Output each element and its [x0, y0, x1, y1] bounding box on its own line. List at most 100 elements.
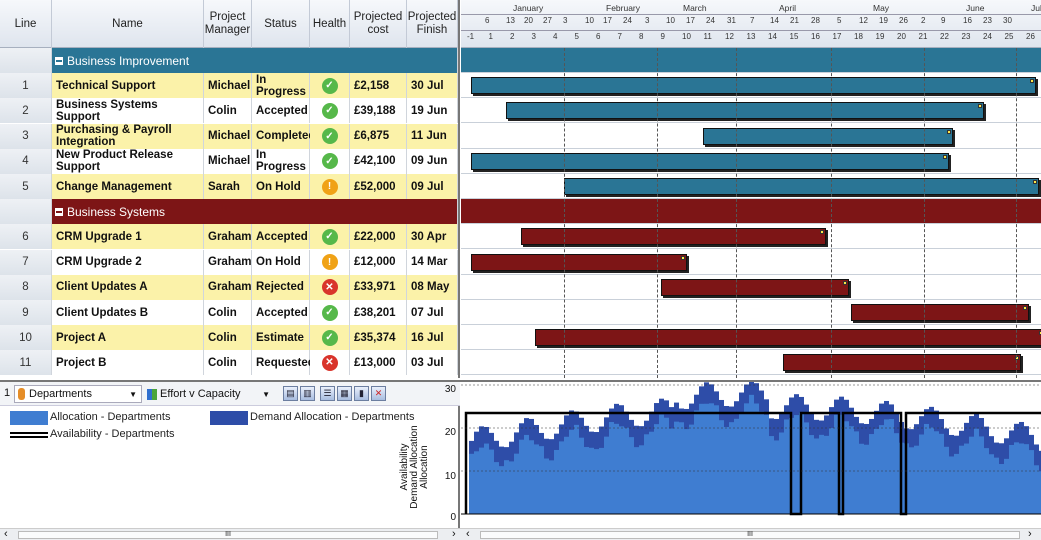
finish-cell[interactable]: 09 Jun: [407, 148, 458, 174]
finish-cell[interactable]: 30 Jul: [407, 73, 458, 99]
finish-cell[interactable]: 08 May: [407, 274, 458, 300]
group-header[interactable]: Business Improvement: [52, 48, 458, 73]
cost-cell[interactable]: £35,374: [350, 325, 407, 351]
task-bar[interactable]: [471, 152, 949, 170]
pm-cell[interactable]: Colin: [204, 350, 252, 376]
table-icon[interactable]: ☰: [320, 386, 335, 401]
task-bar[interactable]: [661, 278, 849, 296]
cost-cell[interactable]: £6,875: [350, 123, 407, 149]
table-row[interactable]: +9Client Updates BColinAccepted✓£38,2010…: [0, 300, 458, 325]
cost-cell[interactable]: £42,100: [350, 148, 407, 174]
finish-cell[interactable]: 14 Mar: [407, 249, 458, 275]
cost-cell[interactable]: £12,000: [350, 249, 407, 275]
finish-cell[interactable]: 16 Jul: [407, 325, 458, 351]
task-bar[interactable]: [471, 253, 687, 271]
name-cell[interactable]: Client Updates B: [52, 300, 204, 325]
scroll-thumb-right[interactable]: III: [480, 531, 1020, 539]
status-cell[interactable]: In Progress: [252, 73, 310, 99]
scroll-thumb-left[interactable]: III: [18, 531, 438, 539]
task-bar[interactable]: [471, 77, 1036, 95]
cost-cell[interactable]: £39,188: [350, 98, 407, 124]
finish-cell[interactable]: 30 Apr: [407, 224, 458, 250]
name-cell[interactable]: Client Updates A: [52, 274, 204, 300]
task-bar[interactable]: [506, 102, 984, 120]
cost-cell[interactable]: £2,158: [350, 73, 407, 99]
view-select[interactable]: Effort v Capacity ▼: [144, 385, 274, 403]
dimension-select[interactable]: Departments ▼: [14, 385, 142, 403]
grid-icon[interactable]: ▦: [337, 386, 352, 401]
cost-cell[interactable]: £13,000: [350, 350, 407, 376]
name-cell[interactable]: CRM Upgrade 1: [52, 224, 204, 250]
name-cell[interactable]: Business Systems Support: [52, 98, 204, 124]
name-cell[interactable]: Purchasing & Payroll Integration: [52, 123, 204, 149]
task-bar[interactable]: [564, 178, 1039, 195]
scroll-right-icon[interactable]: ›: [1028, 528, 1032, 540]
finish-cell[interactable]: 19 Jun: [407, 98, 458, 124]
bar-chart-icon[interactable]: ▮: [354, 386, 369, 401]
cost-cell[interactable]: £22,000: [350, 224, 407, 250]
task-bar[interactable]: [703, 127, 953, 145]
status-cell[interactable]: Estimate: [252, 325, 310, 351]
scroll-right-icon[interactable]: ›: [452, 528, 456, 540]
col-project-manager[interactable]: Project Manager: [204, 0, 252, 48]
cost-cell[interactable]: £38,201: [350, 300, 407, 325]
status-cell[interactable]: Completed: [252, 123, 315, 149]
col-status[interactable]: Status: [252, 0, 310, 48]
cost-cell[interactable]: £33,971: [350, 274, 407, 300]
group-row[interactable]: Business Improvement: [0, 48, 458, 73]
table-row[interactable]: +5Change ManagementSarahOn Hold!£52,0000…: [0, 174, 458, 199]
table-row[interactable]: +6CRM Upgrade 1GrahamAccepted✓£22,00030 …: [0, 224, 458, 250]
name-cell[interactable]: Change Management: [52, 174, 204, 199]
scroll-left-icon[interactable]: ‹: [4, 528, 8, 540]
col-projected-finish[interactable]: Projected Finish: [407, 0, 458, 48]
table-row[interactable]: +3Purchasing & Payroll IntegrationMichae…: [0, 123, 458, 149]
pm-cell[interactable]: Michael: [204, 123, 252, 149]
pm-cell[interactable]: Colin: [204, 300, 252, 325]
table-row[interactable]: +4New Product Release SupportMichaelIn P…: [0, 148, 458, 174]
pm-cell[interactable]: Graham: [204, 274, 252, 300]
status-cell[interactable]: Rejected: [252, 274, 310, 300]
pm-cell[interactable]: Graham: [204, 249, 252, 275]
task-bar[interactable]: [521, 228, 826, 246]
finish-cell[interactable]: 07 Jul: [407, 300, 458, 325]
status-cell[interactable]: In Progress: [252, 148, 310, 174]
pm-cell[interactable]: Sarah: [204, 174, 252, 199]
col-health[interactable]: Health: [310, 0, 350, 48]
group-header[interactable]: Business Systems: [52, 199, 458, 225]
col-name[interactable]: Name: [52, 0, 204, 48]
pm-cell[interactable]: Michael: [204, 73, 252, 99]
task-bar[interactable]: [783, 354, 1021, 372]
name-cell[interactable]: Project A: [52, 325, 204, 351]
horizontal-scrollbar[interactable]: ‹ III › ‹ III ›: [0, 528, 1041, 540]
scroll-left-icon[interactable]: ‹: [466, 528, 470, 540]
name-cell[interactable]: Technical Support: [52, 73, 204, 99]
delete-chart-icon[interactable]: ✕: [371, 386, 386, 401]
name-cell[interactable]: New Product Release Support: [52, 148, 204, 174]
collapse-icon[interactable]: [55, 207, 63, 216]
finish-cell[interactable]: 11 Jun: [407, 123, 458, 149]
cost-cell[interactable]: £52,000: [350, 174, 407, 199]
pm-cell[interactable]: Michael: [204, 148, 252, 174]
table-row[interactable]: +2Business Systems SupportColinAccepted✓…: [0, 98, 458, 124]
pm-cell[interactable]: Colin: [204, 325, 252, 351]
task-bar[interactable]: [535, 329, 1041, 347]
copy-icon[interactable]: ▤: [283, 386, 298, 401]
collapse-icon[interactable]: [55, 56, 63, 65]
status-cell[interactable]: Accepted: [252, 98, 310, 124]
table-row[interactable]: +7CRM Upgrade 2GrahamOn Hold!£12,00014 M…: [0, 249, 458, 275]
name-cell[interactable]: Project B: [52, 350, 204, 376]
status-cell[interactable]: On Hold: [252, 249, 310, 275]
col-projected-cost[interactable]: Projected cost: [350, 0, 407, 48]
status-cell[interactable]: Accepted: [252, 300, 310, 325]
pm-cell[interactable]: Colin: [204, 98, 252, 124]
finish-cell[interactable]: 09 Jul: [407, 174, 458, 199]
status-cell[interactable]: Accepted: [252, 224, 310, 250]
col-line[interactable]: Line: [0, 0, 52, 48]
table-row[interactable]: +8Client Updates AGrahamRejected✕£33,971…: [0, 274, 458, 300]
finish-cell[interactable]: 03 Jul: [407, 350, 458, 376]
paste-icon[interactable]: ▥: [300, 386, 315, 401]
table-row[interactable]: +10Project AColinEstimate✓£35,37416 Jul: [0, 325, 458, 351]
task-bar[interactable]: [851, 304, 1029, 321]
status-cell[interactable]: Requested: [252, 350, 315, 376]
name-cell[interactable]: CRM Upgrade 2: [52, 249, 204, 275]
